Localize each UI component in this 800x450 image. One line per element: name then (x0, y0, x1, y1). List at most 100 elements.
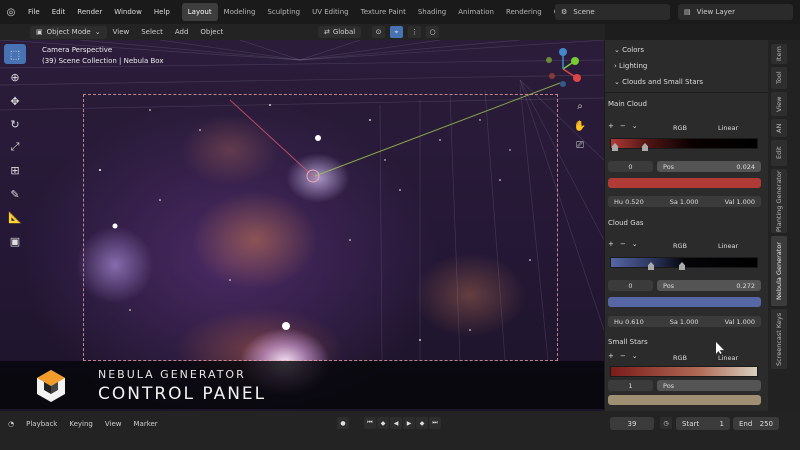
main-cloud-color-ramp[interactable] (610, 138, 758, 149)
viewport-menu-object[interactable]: Object (194, 28, 229, 36)
small-stars-interpolation[interactable]: Linear (712, 352, 762, 363)
mode-selector[interactable]: ▣ Object Mode ⌄ (30, 25, 107, 39)
viewport-menu-select[interactable]: Select (135, 28, 169, 36)
tab-shading[interactable]: Shading (412, 3, 452, 21)
tab-nebula-generator[interactable]: Nebula Generator (771, 236, 787, 306)
tab-uv-editing[interactable]: UV Editing (306, 3, 355, 21)
tab-animation[interactable]: Animation (452, 3, 500, 21)
start-frame-field[interactable]: Start 1 (676, 417, 730, 430)
hue-field[interactable]: Hu 0.520 (614, 198, 644, 206)
editor-type-icon[interactable]: ◔ (0, 420, 20, 428)
transform-icon[interactable]: ⊞ (4, 160, 26, 180)
section-colors[interactable]: ⌄ Colors (614, 46, 644, 54)
small-stars-color-mode[interactable]: RGB (667, 352, 709, 363)
add-stop-icon[interactable]: + (608, 122, 614, 130)
remove-stop-icon[interactable]: − (620, 352, 626, 360)
annotate-icon[interactable]: ✎ (4, 184, 26, 204)
add-stop-icon[interactable]: + (608, 240, 614, 248)
menu-window[interactable]: Window (108, 8, 148, 16)
scale-icon[interactable]: ⤢ (4, 137, 26, 157)
cloud-gas-color-mode[interactable]: RGB (667, 240, 709, 251)
cloud-gas-pos-field[interactable]: Pos 0.272 (657, 280, 761, 291)
pivot-icon[interactable]: ⊙ (372, 26, 385, 38)
prev-keyframe-icon[interactable]: ◆ (377, 417, 389, 429)
small-stars-color-ramp[interactable] (610, 366, 758, 377)
timeline-menu-playback[interactable]: Playback (20, 420, 63, 428)
ramp-menu-icon[interactable]: ⌄ (632, 352, 638, 360)
tab-screencast-keys[interactable]: Screencast Keys (771, 309, 787, 369)
tab-modeling[interactable]: Modeling (218, 3, 262, 21)
main-cloud-color-mode[interactable]: RGB (667, 122, 709, 133)
small-stars-color-swatch[interactable] (608, 395, 761, 405)
cloud-gas-index[interactable]: 0 (608, 280, 653, 291)
main-cloud-interpolation[interactable]: Linear (712, 122, 762, 133)
menu-help[interactable]: Help (148, 8, 176, 16)
menu-file[interactable]: File (22, 8, 46, 16)
small-stars-index[interactable]: 1 (608, 380, 653, 391)
cursor-icon[interactable]: ⊕ (4, 67, 26, 87)
value-field[interactable]: Val 1.000 (725, 198, 755, 206)
remove-stop-icon[interactable]: − (620, 240, 626, 248)
clock-icon[interactable]: ◷ (660, 417, 672, 429)
value-field[interactable]: Val 1.000 (725, 318, 755, 326)
navigation-gizmo-icon[interactable] (540, 46, 586, 92)
play-reverse-icon[interactable]: ◀ (390, 417, 402, 429)
tab-sculpting[interactable]: Sculpting (261, 3, 306, 21)
tab-planting-generator[interactable]: Planting Generator (771, 169, 787, 233)
cloud-gas-hsv[interactable]: Hu 0.610 Sa 1.000 Val 1.000 (608, 316, 761, 327)
tab-tool[interactable]: Tool (771, 67, 787, 89)
measure-icon[interactable]: 📐 (4, 207, 26, 227)
section-clouds[interactable]: ⌄ Clouds and Small Stars (614, 78, 703, 86)
next-keyframe-icon[interactable]: ◆ (416, 417, 428, 429)
main-cloud-color-swatch[interactable] (608, 178, 761, 188)
timeline-menu-marker[interactable]: Marker (127, 420, 163, 428)
select-box-icon[interactable]: ⬚ (4, 44, 26, 64)
play-icon[interactable]: ▶ (403, 417, 415, 429)
jump-end-icon[interactable]: ⏭ (429, 417, 441, 429)
viewport-menu-add[interactable]: Add (169, 28, 195, 36)
snap-icon[interactable]: ⌖ (390, 26, 403, 38)
saturation-field[interactable]: Sa 1.000 (670, 318, 699, 326)
tab-texture-paint[interactable]: Texture Paint (355, 3, 412, 21)
ramp-menu-icon[interactable]: ⌄ (632, 240, 638, 248)
tab-rendering[interactable]: Rendering (500, 3, 548, 21)
jump-start-icon[interactable]: ⏮ (364, 417, 376, 429)
cloud-gas-color-swatch[interactable] (608, 297, 761, 307)
timeline-menu-view[interactable]: View (99, 420, 128, 428)
hue-field[interactable]: Hu 0.610 (614, 318, 644, 326)
tab-an[interactable]: AN (771, 119, 787, 137)
pan-hand-icon[interactable]: ✋ (572, 118, 588, 134)
record-icon[interactable]: ● (337, 417, 349, 429)
ramp-menu-icon[interactable]: ⌄ (632, 122, 638, 130)
transform-orientation[interactable]: ⇄ Global (318, 26, 362, 38)
current-frame-field[interactable]: 39 (610, 417, 654, 430)
add-cube-icon[interactable]: ▣ (4, 231, 26, 251)
rotate-icon[interactable]: ↻ (4, 114, 26, 134)
add-stop-icon[interactable]: + (608, 352, 614, 360)
viewport-menu-view[interactable]: View (107, 28, 136, 36)
main-cloud-pos-field[interactable]: Pos 0.024 (657, 161, 761, 172)
blender-logo-icon[interactable]: ◎ (0, 0, 22, 24)
section-lighting[interactable]: › Lighting (614, 62, 647, 70)
cloud-gas-interpolation[interactable]: Linear (712, 240, 762, 251)
menu-render[interactable]: Render (71, 8, 108, 16)
camera-view-icon[interactable]: ⎚ (572, 137, 588, 153)
scene-selector[interactable]: ⚙ Scene (555, 4, 670, 20)
small-stars-pos-field[interactable]: Pos (657, 380, 761, 391)
view-layer-selector[interactable]: ▤ View Layer (678, 4, 793, 20)
move-icon[interactable]: ✥ (4, 91, 26, 111)
snap-target-icon[interactable]: ⋮ (408, 26, 421, 38)
proportional-edit-icon[interactable]: ○ (426, 26, 439, 38)
tab-edit[interactable]: Edit (771, 140, 787, 166)
saturation-field[interactable]: Sa 1.000 (670, 198, 699, 206)
end-frame-field[interactable]: End 250 (733, 417, 779, 430)
menu-edit[interactable]: Edit (46, 8, 72, 16)
remove-stop-icon[interactable]: − (620, 122, 626, 130)
main-cloud-hsv[interactable]: Hu 0.520 Sa 1.000 Val 1.000 (608, 196, 761, 207)
tab-layout[interactable]: Layout (181, 3, 218, 21)
tab-view[interactable]: View (771, 92, 787, 116)
3d-viewport[interactable]: Camera Perspective (39) Scene Collection… (0, 40, 604, 411)
timeline-menu-keying[interactable]: Keying (63, 420, 99, 428)
zoom-icon[interactable]: ⌕ (572, 98, 588, 114)
main-cloud-index[interactable]: 0 (608, 161, 653, 172)
